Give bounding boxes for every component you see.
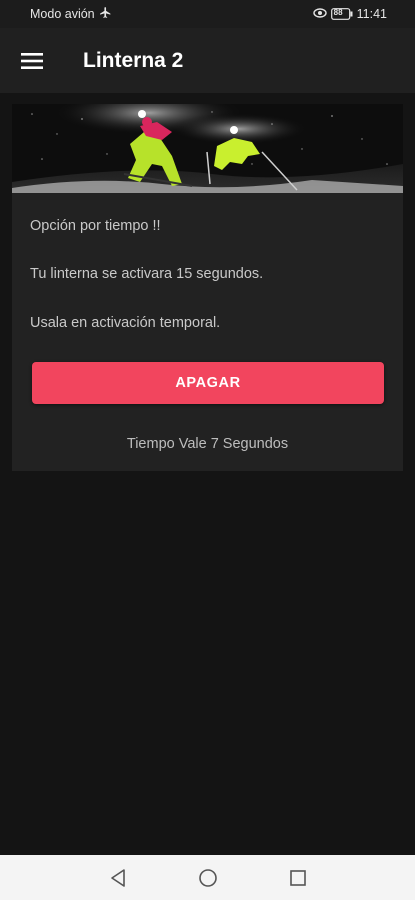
apagar-button[interactable]: APAGAR [32, 362, 384, 404]
airplane-icon [99, 6, 112, 22]
home-circle-icon[interactable] [197, 867, 219, 889]
app-bar: Linterna 2 [0, 28, 415, 93]
recents-square-icon[interactable] [287, 867, 309, 889]
card-line-option: Opción por tiempo !! [30, 218, 161, 234]
card-line-usage: Usala en activación temporal. [30, 315, 221, 331]
clock: 11:41 [356, 7, 387, 21]
card-line-duration: Tu linterna se activara 15 segundos. [30, 266, 264, 282]
timer-status: Tiempo Vale 7 Segundos [126, 436, 289, 452]
back-triangle-icon[interactable] [107, 867, 129, 889]
battery-level: 88 [333, 8, 343, 17]
page-title: Linterna 2 [83, 48, 184, 72]
eye-comfort-icon [312, 7, 327, 22]
night-skiers-image [12, 104, 403, 193]
hamburger-menu-icon[interactable] [0, 28, 64, 93]
status-right: 88 11:41 [312, 7, 387, 22]
timer-card: Opción por tiempo !! Tu linterna se acti… [12, 104, 403, 471]
status-bar: Modo avión 88 11:41 [0, 0, 415, 28]
system-nav-bar [0, 855, 415, 900]
status-left: Modo avión [30, 6, 112, 22]
airplane-mode-label: Modo avión [30, 7, 95, 21]
battery-icon: 88 [330, 8, 353, 20]
